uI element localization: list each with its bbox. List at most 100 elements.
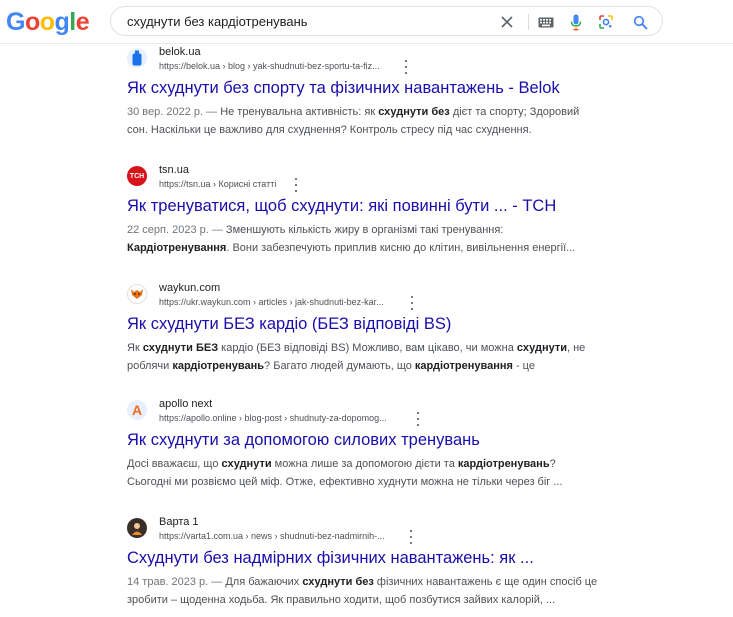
result-site-name: waykun.com xyxy=(159,282,221,294)
logo-letter: G xyxy=(6,8,25,36)
snippet-text: , не xyxy=(567,342,586,354)
snippet-line: зробити – щоденна ходьба. Як правильно х… xyxy=(127,591,607,609)
apollo-logo-text: A xyxy=(131,402,143,418)
snippet-line: Сьогодні ми розвіємо цей міф. Отже, ефек… xyxy=(127,473,607,491)
result-site-name: belok.ua xyxy=(159,46,201,58)
result-source[interactable]: ТСН tsn.ua https://tsn.ua › Корисні стат… xyxy=(127,163,607,193)
result-url: https://belok.ua › blog › yak-shudnuti-b… xyxy=(159,61,380,71)
result-date: 22 серп. 2023 р. — xyxy=(127,224,226,236)
snippet-text: сон. Наскільки це важливо для схуднення?… xyxy=(127,124,532,136)
snippet-text: дієт та спорту; Здоровий xyxy=(449,106,580,118)
snippet-text: Сьогодні ми розвіємо цей міф. Отже, ефек… xyxy=(127,476,563,488)
result-title-link[interactable]: Як схуднути за допомогою силових тренува… xyxy=(127,431,480,450)
snippet-highlight: схуднути xyxy=(378,106,429,118)
search-icon[interactable] xyxy=(631,13,649,31)
more-options-icon[interactable] xyxy=(413,412,423,426)
google-logo[interactable]: Google xyxy=(6,8,90,36)
snippet-highlight: схуднути xyxy=(221,458,272,470)
result-date: 14 трав. 2023 р. — xyxy=(127,576,226,588)
snippet-line: сон. Наскільки це важливо для схуднення?… xyxy=(127,121,607,139)
snippet-line: Як схуднути БЕЗ кардіо (БЕЗ відповіді BS… xyxy=(127,339,607,357)
result-snippet: Досі вважаєш, що схуднути можна лише за … xyxy=(127,455,607,491)
result-site-name: tsn.ua xyxy=(159,164,189,176)
result-source[interactable]: waykun.com https://ukr.waykun.com › arti… xyxy=(127,281,607,311)
snippet-text: ? Багато людей думають, що xyxy=(264,360,415,372)
result-url: https://ukr.waykun.com › articles › jak-… xyxy=(159,297,384,307)
snippet-highlight: без xyxy=(355,576,374,588)
more-options-icon[interactable] xyxy=(407,296,417,310)
mic-icon[interactable] xyxy=(567,13,585,31)
result-url: https://varta1.com.ua › news › shudnuti-… xyxy=(159,531,385,541)
result-date: 30 вер. 2022 р. — xyxy=(127,106,221,118)
snippet-highlight: БЕЗ xyxy=(195,342,219,354)
close-icon[interactable] xyxy=(498,13,516,31)
snippet-text: зробити – щоденна ходьба. Як правильно х… xyxy=(127,594,556,606)
snippet-text: кардіо (БЕЗ відповіді BS) Можливо, вам ц… xyxy=(218,342,517,354)
more-options-icon[interactable] xyxy=(401,60,411,74)
snippet-text: ? xyxy=(549,458,556,470)
more-options-icon[interactable] xyxy=(406,530,416,544)
search-result: A apollo next https://apollo.online › bl… xyxy=(127,397,607,488)
search-result: belok.ua https://belok.ua › blog › yak-s… xyxy=(127,45,607,136)
apollo-a-icon: A xyxy=(127,400,147,420)
search-box[interactable]: схуднути без кардіотренувань xyxy=(110,6,663,36)
search-result: ТСН tsn.ua https://tsn.ua › Корисні стат… xyxy=(127,163,607,254)
keyboard-icon[interactable] xyxy=(537,13,555,31)
varta-avatar-icon xyxy=(127,518,147,538)
result-snippet: 14 трав. 2023 р. — Для бажаючих схуднути… xyxy=(127,573,607,609)
snippet-text: Не тренувальна активність: як xyxy=(220,106,379,118)
search-input[interactable]: схуднути без кардіотренувань xyxy=(127,14,308,29)
snippet-highlight: Кардіотренування xyxy=(127,242,227,254)
snippet-text: роблячи xyxy=(127,360,173,372)
snippet-line: роблячи кардіотренувань? Багато людей ду… xyxy=(127,357,607,375)
snippet-line: Досі вважаєш, що схуднути можна лише за … xyxy=(127,455,607,473)
result-title-link[interactable]: Як тренуватися, щоб схуднути: які повинн… xyxy=(127,197,556,216)
result-source[interactable]: belok.ua https://belok.ua › blog › yak-s… xyxy=(127,45,607,75)
snippet-text: Для бажаючих xyxy=(225,576,303,588)
snippet-highlight: кардіотренувань xyxy=(457,458,550,470)
snippet-line: 22 серп. 2023 р. — Зменшують кількість ж… xyxy=(127,221,607,239)
more-options-icon[interactable] xyxy=(291,178,301,192)
logo-letter: e xyxy=(75,8,90,36)
result-url: https://tsn.ua › Корисні статті xyxy=(159,179,277,189)
waykun-fox-icon xyxy=(127,284,147,304)
result-source[interactable]: A apollo next https://apollo.online › bl… xyxy=(127,397,607,427)
search-result: Варта 1 https://varta1.com.ua › news › s… xyxy=(127,515,607,606)
result-title-link[interactable]: Як схуднути без спорту та фізичних наван… xyxy=(127,79,560,98)
search-divider xyxy=(528,14,529,30)
result-title-link[interactable]: Схуднути без надмірних фізичних навантаж… xyxy=(127,549,534,568)
result-snippet: 22 серп. 2023 р. — Зменшують кількість ж… xyxy=(127,221,607,257)
result-site-name: Варта 1 xyxy=(159,516,199,528)
result-site-name: apollo next xyxy=(159,398,213,410)
tsn-logo-text: ТСН xyxy=(129,172,145,180)
lens-icon[interactable] xyxy=(597,13,615,31)
tsn-logo-icon: ТСН xyxy=(127,166,147,186)
logo-letter: g xyxy=(54,8,70,36)
snippet-highlight: без xyxy=(431,106,450,118)
snippet-text: фізичних навантажень є ще один спосіб це xyxy=(373,576,598,588)
snippet-line: 30 вер. 2022 р. — Не тренувальна активні… xyxy=(127,103,607,121)
belok-bottle-icon xyxy=(127,48,147,68)
snippet-highlight: схуднути xyxy=(516,342,567,354)
result-snippet: 30 вер. 2022 р. — Не тренувальна активні… xyxy=(127,103,607,139)
header-bar: Google схуднути без кардіотренувань xyxy=(0,0,733,44)
snippet-text: Зменшують кількість жиру в організмі так… xyxy=(225,224,504,236)
result-title-link[interactable]: Як схуднути БЕЗ кардіо (БЕЗ відповіді BS… xyxy=(127,315,451,334)
snippet-highlight: схуднути xyxy=(302,576,353,588)
snippet-highlight: кардіотренувань xyxy=(172,360,265,372)
snippet-text: . Вони забезпечують приплив кисню до клі… xyxy=(226,242,576,254)
snippet-text: Досі вважаєш, що xyxy=(127,458,222,470)
snippet-text: можна лише за допомогою дієти та xyxy=(271,458,458,470)
result-url: https://apollo.online › blog-post › shud… xyxy=(159,413,387,423)
logo-letter: o xyxy=(24,8,40,36)
snippet-line: 14 трав. 2023 р. — Для бажаючих схуднути… xyxy=(127,573,607,591)
snippet-line: Кардіотренування. Вони забезпечують прип… xyxy=(127,239,607,257)
result-snippet: Як схуднути БЕЗ кардіо (БЕЗ відповіді BS… xyxy=(127,339,607,375)
search-result: waykun.com https://ukr.waykun.com › arti… xyxy=(127,281,607,372)
snippet-text: Як xyxy=(127,342,143,354)
logo-letter: o xyxy=(39,8,55,36)
snippet-text: - це xyxy=(512,360,535,372)
snippet-highlight: схуднути xyxy=(142,342,193,354)
result-source[interactable]: Варта 1 https://varta1.com.ua › news › s… xyxy=(127,515,607,545)
snippet-highlight: кардіотренування xyxy=(414,360,513,372)
